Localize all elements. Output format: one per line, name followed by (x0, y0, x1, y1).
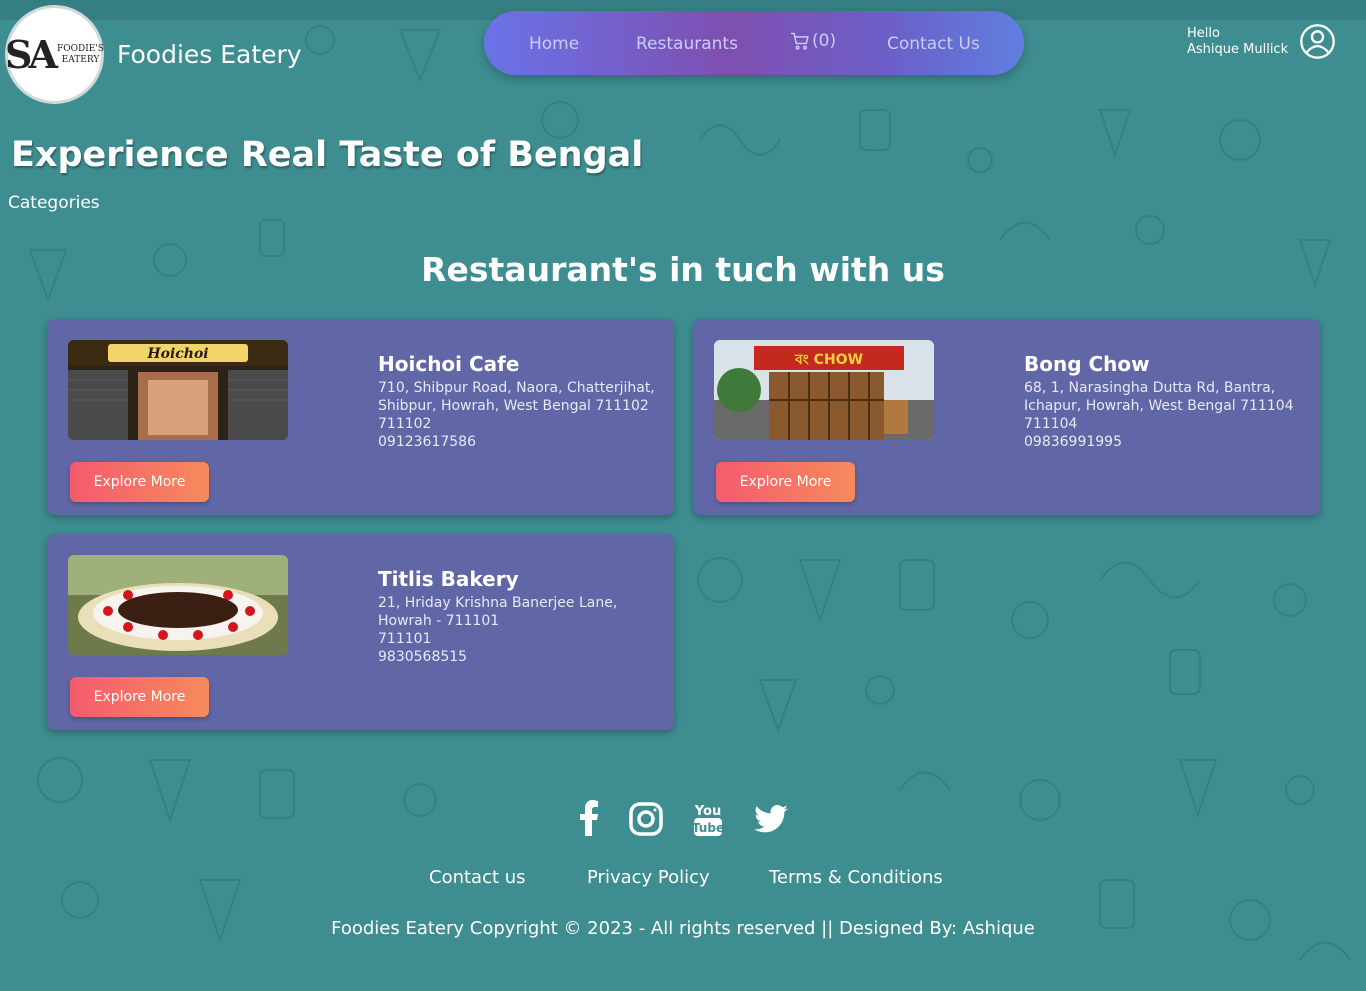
logo-line2: EATERY (61, 54, 100, 65)
nav-restaurants-link[interactable]: Restaurants (636, 34, 738, 54)
youtube-icon[interactable]: You Tube (693, 800, 723, 838)
restaurant-card: বং CHOW Bong Chow 68, 1, Narasingha Dutt… (693, 319, 1320, 515)
logo-monogram: SA (5, 32, 58, 77)
categories-label[interactable]: Categories (8, 193, 100, 213)
section-title: Restaurant's in tuch with us (421, 250, 945, 289)
svg-text:You: You (694, 804, 721, 819)
main-nav: Home Restaurants (0) Contact Us (484, 11, 1024, 75)
restaurant-name: Titlis Bakery (378, 567, 519, 591)
restaurant-address: 68, 1, Narasingha Dutta Rd, Bantra, Icha… (1024, 380, 1294, 414)
restaurant-phone: 9830568515 (378, 649, 468, 665)
brand-name[interactable]: Foodies Eatery (117, 40, 302, 69)
restaurant-card: Titlis Bakery 21, Hriday Krishna Banerje… (47, 534, 674, 730)
restaurant-phone: 09836991995 (1024, 434, 1122, 450)
instagram-icon[interactable] (629, 802, 663, 836)
explore-more-button[interactable]: Explore More (716, 462, 855, 502)
footer-terms-link[interactable]: Terms & Conditions (769, 867, 943, 888)
restaurant-pin: 711104 (1024, 416, 1078, 432)
footer-privacy-link[interactable]: Privacy Policy (587, 867, 710, 888)
restaurant-phone: 09123617586 (378, 434, 476, 450)
restaurant-details: 710, Shibpur Road, Naora, Chatterjihat, … (378, 379, 663, 451)
restaurant-image: Hoichoi (68, 340, 288, 440)
restaurant-address: 21, Hriday Krishna Banerjee Lane, Howrah… (378, 595, 618, 629)
nav-cart-link[interactable]: (0) (790, 31, 836, 51)
sign-text: Hoichoi (146, 346, 208, 362)
logo-wordmark: FOODIE'S EATERY (57, 44, 104, 66)
restaurant-pin: 711102 (378, 416, 432, 432)
explore-more-button[interactable]: Explore More (70, 677, 209, 717)
hero-title: Experience Real Taste of Bengal (11, 135, 644, 175)
greeting-text: Hello (1187, 26, 1220, 41)
restaurant-name: Bong Chow (1024, 352, 1150, 376)
restaurant-details: 21, Hriday Krishna Banerjee Lane, Howrah… (378, 594, 663, 666)
restaurant-card: Hoichoi Hoichoi Cafe 710, Shibpur Road, … (47, 319, 674, 515)
restaurant-address: 710, Shibpur Road, Naora, Chatterjihat, … (378, 380, 655, 414)
user-greeting: Hello Ashique Mullick (1187, 26, 1288, 58)
facebook-icon[interactable] (578, 800, 600, 836)
site-logo[interactable]: SA FOODIE'S EATERY (5, 5, 104, 104)
restaurant-details: 68, 1, Narasingha Dutta Rd, Bantra, Icha… (1024, 379, 1309, 451)
sign-text: বং CHOW (794, 352, 863, 368)
footer-contact-link[interactable]: Contact us (429, 867, 526, 888)
restaurant-name: Hoichoi Cafe (378, 352, 520, 376)
copyright-text: Foodies Eatery Copyright © 2023 - All ri… (331, 918, 1035, 939)
cart-icon (790, 32, 809, 50)
user-name: Ashique Mullick (1187, 42, 1289, 57)
user-avatar-icon[interactable] (1299, 23, 1336, 60)
cart-count: (0) (812, 31, 837, 51)
twitter-icon[interactable] (754, 804, 788, 834)
restaurant-image (68, 555, 288, 655)
logo-line1: FOODIE'S (56, 43, 104, 54)
nav-contact-link[interactable]: Contact Us (887, 34, 980, 54)
explore-more-button[interactable]: Explore More (70, 462, 209, 502)
svg-text:Tube: Tube (693, 821, 723, 835)
nav-home-link[interactable]: Home (529, 34, 579, 54)
restaurant-pin: 711101 (378, 631, 432, 647)
restaurant-image: বং CHOW (714, 340, 934, 440)
